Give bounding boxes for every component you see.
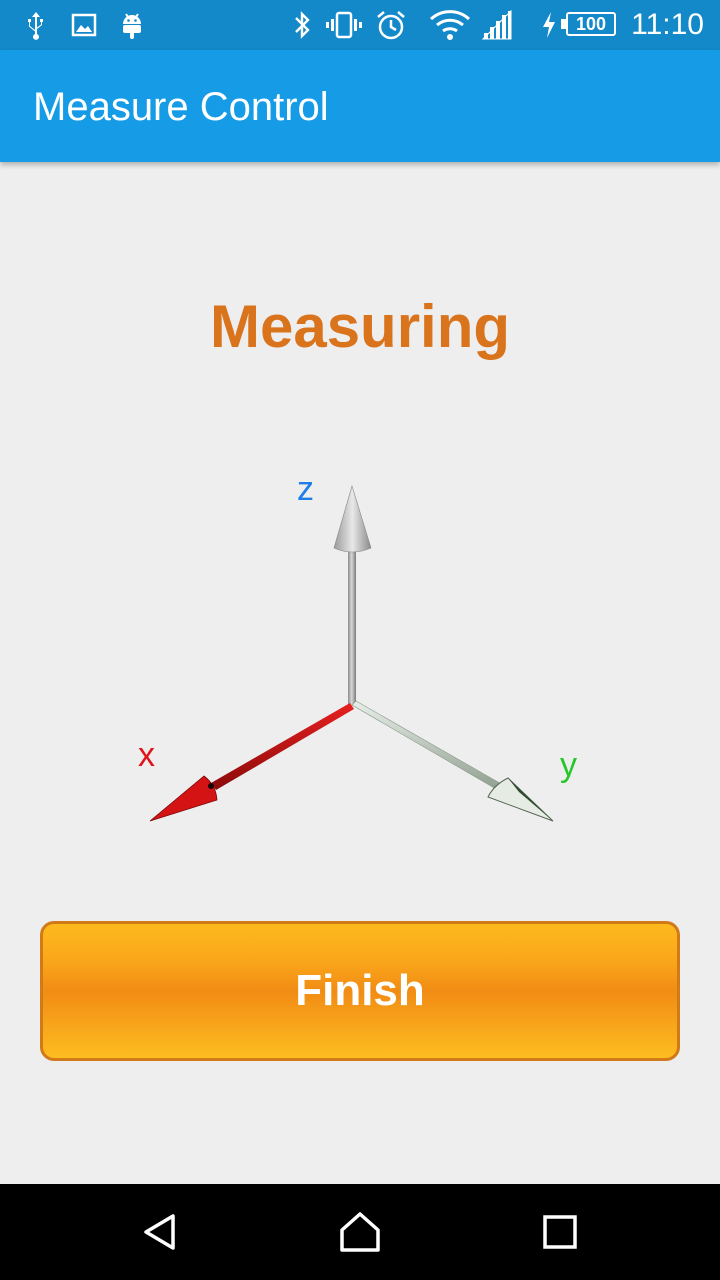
axes-diagram: z x y bbox=[120, 460, 600, 860]
usb-icon bbox=[22, 9, 50, 41]
bluetooth-icon bbox=[290, 9, 314, 41]
status-bar: 100 11:10 bbox=[0, 0, 720, 50]
app-title: Measure Control bbox=[33, 85, 329, 129]
finish-button-label: Finish bbox=[295, 966, 425, 1015]
app-bar: Measure Control bbox=[0, 50, 720, 162]
recents-icon[interactable] bbox=[530, 1202, 590, 1262]
y-axis-arrow bbox=[351, 700, 554, 822]
clock: 11:10 bbox=[631, 8, 704, 41]
signal-icon bbox=[480, 9, 514, 41]
back-icon[interactable] bbox=[130, 1202, 190, 1262]
home-icon[interactable] bbox=[330, 1202, 390, 1262]
wifi-icon bbox=[428, 9, 472, 41]
x-axis-arrow bbox=[149, 703, 354, 822]
vibrate-icon bbox=[326, 9, 362, 41]
y-axis-label: y bbox=[560, 746, 577, 784]
charging-icon bbox=[538, 9, 560, 41]
image-icon bbox=[70, 9, 98, 41]
battery-icon: 100 bbox=[566, 12, 616, 36]
z-axis-label: z bbox=[297, 470, 314, 508]
navigation-bar bbox=[0, 1184, 720, 1280]
z-axis-arrow bbox=[333, 484, 372, 705]
measuring-heading: Measuring bbox=[209, 293, 511, 360]
x-axis-label: x bbox=[138, 736, 155, 774]
finish-button[interactable]: Finish bbox=[40, 921, 680, 1061]
android-icon bbox=[118, 9, 146, 41]
alarm-icon bbox=[374, 9, 408, 41]
